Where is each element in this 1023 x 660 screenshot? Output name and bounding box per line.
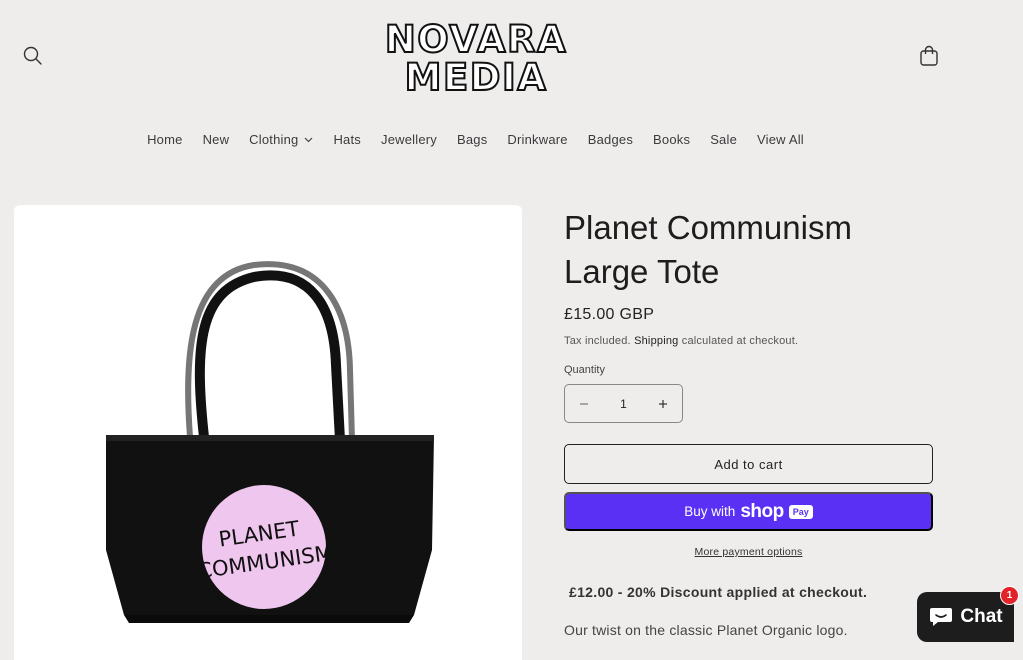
logo-line-2: MEDIA: [405, 56, 548, 98]
brand-logo[interactable]: NOVARA MEDIA: [360, 16, 592, 100]
search-button[interactable]: [22, 45, 44, 67]
shopping-bag-icon: [920, 45, 938, 66]
chevron-down-icon: [305, 137, 313, 142]
chat-label: Chat: [960, 606, 1003, 627]
decrease-quantity-button[interactable]: [565, 385, 603, 422]
add-to-cart-button[interactable]: Add to cart: [564, 444, 933, 484]
more-payment-options-link[interactable]: More payment options: [564, 546, 933, 558]
nav-item-home[interactable]: Home: [137, 130, 192, 149]
increase-quantity-button[interactable]: [644, 385, 682, 422]
chat-bubble-icon: [930, 608, 953, 626]
shop-pay-wordmark: shop: [740, 500, 784, 522]
product-image[interactable]: PLANET COMMUNISM: [14, 205, 522, 660]
tax-prefix: Tax included.: [564, 335, 631, 347]
tote-bag-illustration: PLANET COMMUNISM: [106, 261, 434, 623]
buy-with-shop-pay-button[interactable]: Buy with shop Pay: [564, 492, 933, 531]
logo-line-1: NOVARA: [385, 18, 567, 61]
pay-badge: Pay: [788, 504, 813, 519]
plus-icon: [659, 399, 667, 408]
site-header: NOVARA MEDIA Home New Clothing Hats Jewe…: [0, 0, 1023, 170]
chat-button[interactable]: Chat: [917, 592, 1014, 642]
discount-note: £12.00 - 20% Discount applied at checkou…: [569, 584, 868, 600]
product-title: Planet Communism Large Tote: [564, 209, 852, 290]
shipping-link[interactable]: Shipping: [634, 335, 678, 347]
nav-item-new[interactable]: New: [193, 130, 240, 149]
nav-item-hats[interactable]: Hats: [323, 130, 371, 149]
chat-notification-badge: 1: [1000, 586, 1019, 605]
minus-icon: [580, 402, 588, 405]
nav-item-sale[interactable]: Sale: [700, 130, 747, 149]
nav-item-jewellery[interactable]: Jewellery: [371, 130, 447, 149]
product-price: £15.00 GBP: [564, 306, 655, 323]
buy-with-label: Buy with: [684, 504, 736, 519]
search-icon: [23, 46, 42, 65]
nav-item-drinkware[interactable]: Drinkware: [497, 130, 577, 149]
nav-item-clothing[interactable]: Clothing: [239, 130, 323, 149]
nav-item-view-all[interactable]: View All: [747, 130, 814, 149]
product-description: Our twist on the classic Planet Organic …: [564, 622, 848, 638]
nav-item-bags[interactable]: Bags: [447, 130, 497, 149]
cart-button[interactable]: [918, 44, 940, 68]
quantity-stepper: [564, 384, 683, 423]
nav-item-books[interactable]: Books: [643, 130, 700, 149]
main-navigation: Home New Clothing Hats Jewellery Bags Dr…: [0, 130, 951, 149]
tax-note: Tax included. Shipping calculated at che…: [564, 335, 798, 347]
tax-suffix: calculated at checkout.: [681, 335, 799, 347]
quantity-label: Quantity: [564, 364, 605, 376]
nav-item-clothing-label: Clothing: [249, 132, 299, 147]
quantity-input[interactable]: [603, 396, 644, 411]
nav-item-badges[interactable]: Badges: [578, 130, 643, 149]
